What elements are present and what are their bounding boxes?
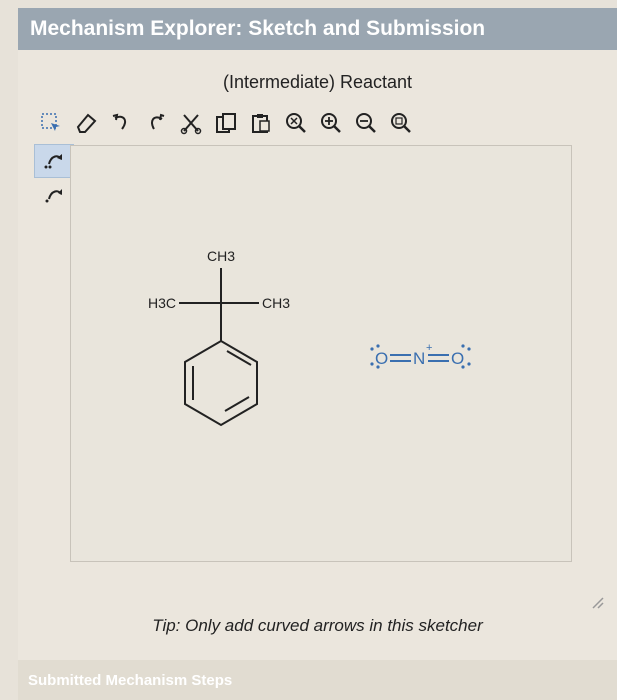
paste-icon[interactable] — [248, 110, 274, 136]
submitted-steps-header[interactable]: Submitted Mechanism Steps — [18, 660, 617, 700]
ch3-top-label: CH3 — [207, 248, 235, 264]
drawing-canvas[interactable]: CH3 H3C CH3 O N + O — [70, 145, 572, 562]
redo-icon[interactable] — [143, 110, 169, 136]
sketcher-subtitle: (Intermediate) Reactant — [222, 72, 413, 92]
h3c-left-label: H3C — [148, 295, 176, 311]
undo-icon[interactable] — [108, 110, 134, 136]
sketcher-panel: (Intermediate) Reactant CH3 H3C CH3 O N … — [18, 50, 617, 660]
curved-arrow-half-icon[interactable] — [34, 178, 74, 212]
app-title: Mechanism Explorer: Sketch and Submissio… — [30, 17, 486, 40]
copy-icon[interactable] — [213, 110, 239, 136]
nitrogen-atom: N — [413, 349, 425, 368]
submitted-steps-label: Submitted Mechanism Steps — [28, 671, 233, 689]
zoom-out-icon[interactable] — [353, 110, 379, 136]
nitrogen-charge: + — [426, 342, 432, 354]
zoom-reset-icon[interactable] — [283, 110, 309, 136]
oxygen-left: O — [375, 349, 388, 368]
molecule-drawing: CH3 H3C CH3 O N + O — [148, 248, 471, 427]
side-tool-palette — [34, 144, 74, 212]
curved-arrow-full-icon[interactable] — [34, 144, 74, 178]
resize-handle[interactable] — [591, 596, 605, 610]
nitronium-ion: O N + O — [370, 342, 471, 369]
eraser-icon[interactable] — [73, 110, 99, 136]
select-icon[interactable] — [38, 110, 64, 136]
app-title-bar: Mechanism Explorer: Sketch and Submissio… — [18, 8, 617, 50]
sketcher-toolbar — [38, 108, 414, 138]
sketcher-tip: Tip: Only add curved arrows in this sket… — [152, 616, 483, 635]
ch3-right-label: CH3 — [262, 295, 290, 311]
oxygen-right: O — [451, 349, 464, 368]
zoom-in-icon[interactable] — [318, 110, 344, 136]
cut-icon[interactable] — [178, 110, 204, 136]
zoom-fit-icon[interactable] — [388, 110, 414, 136]
